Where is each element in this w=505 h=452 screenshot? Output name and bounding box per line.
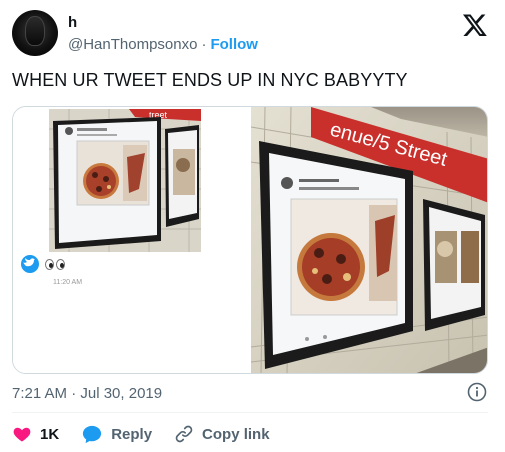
like-button[interactable]: 1K — [12, 424, 59, 444]
inset-time: 11:20 AM — [53, 279, 83, 286]
subway-inset-photo: treet — [49, 109, 201, 252]
display-name[interactable]: h — [68, 14, 77, 31]
x-logo-icon[interactable] — [462, 12, 488, 38]
reply-bubble-icon — [83, 425, 102, 444]
reply-label: Reply — [111, 425, 153, 443]
tweet-text: WHEN UR TWEET ENDS UP IN NYC BABYYTY — [12, 70, 408, 90]
reply-button[interactable]: Reply — [81, 424, 152, 444]
like-count: 1K — [40, 425, 60, 443]
tweet-media[interactable]: treet 11:20 AM enue/5 Street — [12, 106, 488, 374]
user-handle[interactable]: @HanThompsonxo — [68, 36, 197, 53]
tweet-header: h @HanThompsonxo · Follow — [12, 8, 492, 64]
media-right-image[interactable]: enue/5 Street — [250, 107, 487, 373]
follow-button[interactable]: Follow — [210, 36, 258, 53]
media-left-image[interactable]: treet 11:20 AM — [13, 107, 249, 373]
handle-row: @HanThompsonxo · Follow — [68, 36, 258, 53]
tweet-timestamp[interactable]: 7:21 AM · Jul 30, 2019 — [12, 385, 162, 402]
eyes-emoji-icon — [45, 258, 65, 270]
inset-twitter-badge-icon — [21, 255, 39, 273]
heart-icon — [13, 427, 31, 442]
inset-reply-row — [21, 255, 65, 273]
info-icon[interactable] — [467, 382, 487, 402]
divider — [12, 412, 488, 413]
copy-link-label: Copy link — [202, 425, 270, 443]
action-bar: 1K Reply Copy link — [12, 422, 292, 446]
link-icon — [175, 425, 193, 443]
copy-link-button[interactable]: Copy link — [174, 424, 270, 444]
avatar[interactable] — [12, 10, 58, 56]
separator-dot: · — [201, 36, 207, 53]
